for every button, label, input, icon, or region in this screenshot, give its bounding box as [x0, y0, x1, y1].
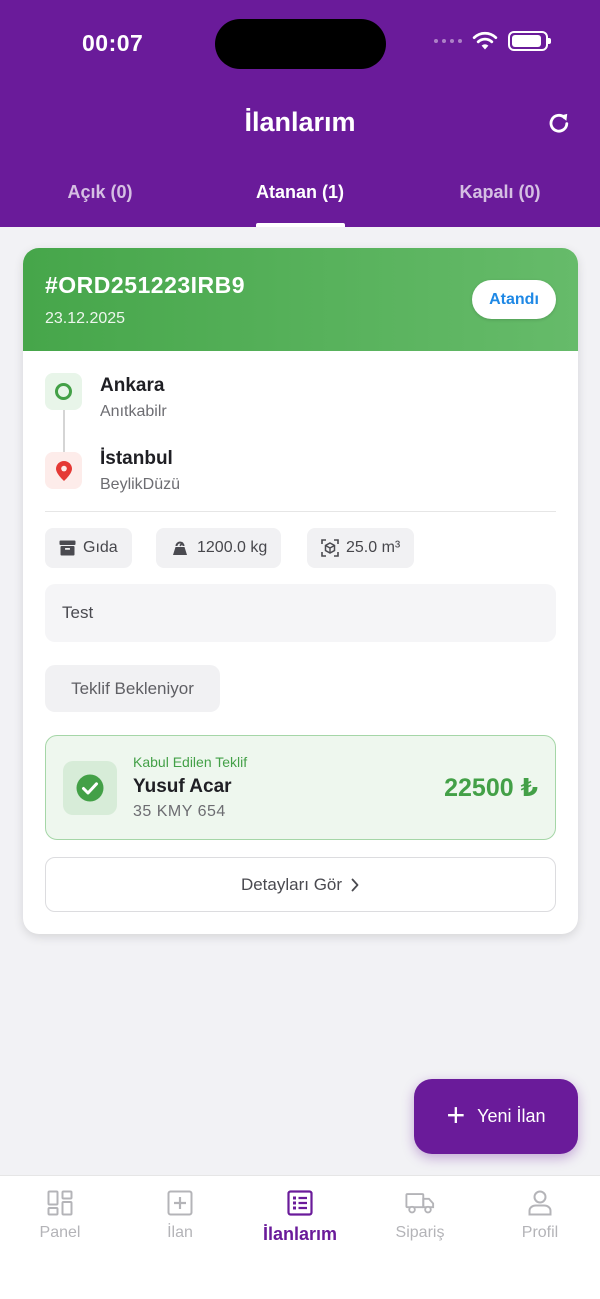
- status-badge: Atandı: [472, 280, 556, 319]
- accepted-offer-label: Kabul Edilen Teklif: [133, 754, 248, 770]
- nav-label-ilanlarim: İlanlarım: [262, 1224, 338, 1244]
- offer-price: 22500 ₺: [444, 774, 538, 802]
- divider: [45, 511, 556, 512]
- new-listing-label: Yeni İlan: [477, 1106, 546, 1126]
- origin-marker-icon: [45, 373, 82, 410]
- weight-chip: 1200.0 kg: [156, 528, 282, 568]
- category-chip: Gıda: [45, 528, 132, 568]
- vehicle-plate: 35 KMY 654: [133, 803, 226, 820]
- order-note: Test: [45, 584, 556, 642]
- tab-bar: Açık (0) Atanan (1) Kapalı (0): [0, 170, 600, 227]
- volume-chip: 25.0 m³: [307, 528, 415, 568]
- destination-city: İstanbul: [100, 448, 173, 469]
- volume-value: 25.0 m³: [346, 539, 401, 556]
- scale-icon: [173, 541, 187, 555]
- chevron-right-icon: [351, 878, 359, 891]
- app-header: 00:07 İlanlarım Açık (0) Atanan (1) Kapa…: [0, 0, 600, 227]
- refresh-icon[interactable]: [546, 110, 572, 136]
- order-date: 23.12.2025: [45, 310, 126, 327]
- nav-item-panel[interactable]: Panel: [0, 1188, 120, 1242]
- category-value: Gıda: [83, 539, 118, 556]
- nav-label-panel: Panel: [39, 1224, 81, 1241]
- new-listing-button[interactable]: + Yeni İlan: [414, 1079, 578, 1154]
- origin-district: Anıtkabilr: [100, 403, 167, 420]
- add-box-icon: [165, 1188, 195, 1218]
- plus-icon: +: [446, 1097, 466, 1133]
- order-id: #ORD251223IRB9: [45, 272, 246, 298]
- truck-icon: [405, 1188, 435, 1218]
- dashboard-icon: [45, 1188, 75, 1218]
- driver-name: Yusuf Acar: [133, 776, 232, 797]
- offer-status-badge: Teklif Bekleniyor: [45, 665, 220, 712]
- view-details-button[interactable]: Detayları Gör: [45, 857, 556, 912]
- destination-district: BeylikDüzü: [100, 476, 181, 493]
- check-circle-icon: [63, 761, 117, 815]
- status-time: 00:07: [82, 30, 144, 56]
- order-card-header: #ORD251223IRB9 23.12.2025 Atandı: [23, 248, 578, 351]
- nav-label-siparis: Sipariş: [395, 1224, 445, 1241]
- nav-item-ilanlarim[interactable]: İlanlarım: [240, 1188, 360, 1245]
- tab-closed[interactable]: Kapalı (0): [400, 182, 600, 203]
- nav-item-profil[interactable]: Profil: [480, 1188, 600, 1242]
- archive-icon: [59, 540, 76, 556]
- status-icons: [434, 31, 551, 51]
- volume-icon: [321, 539, 339, 557]
- tab-open[interactable]: Açık (0): [0, 182, 200, 203]
- accepted-offer-panel: Kabul Edilen Teklif Yusuf Acar 35 KMY 65…: [45, 735, 556, 840]
- weight-value: 1200.0 kg: [197, 539, 268, 556]
- nav-item-siparis[interactable]: Sipariş: [360, 1188, 480, 1242]
- person-icon: [525, 1188, 555, 1218]
- active-tab-indicator: [256, 223, 345, 227]
- cellular-signal-icon: [434, 39, 462, 43]
- route-connector: [63, 410, 65, 452]
- nav-label-ilan: İlan: [167, 1224, 193, 1241]
- page-title: İlanlarım: [244, 107, 356, 137]
- tab-assigned[interactable]: Atanan (1): [200, 182, 400, 203]
- origin-city: Ankara: [100, 375, 165, 396]
- order-card[interactable]: #ORD251223IRB9 23.12.2025 Atandı Ankara …: [23, 248, 578, 934]
- view-details-label: Detayları Gör: [240, 874, 343, 894]
- camera-notch: [215, 19, 386, 69]
- destination-pin-icon: [45, 452, 82, 489]
- nav-label-profil: Profil: [521, 1224, 559, 1241]
- bottom-navigation: Panel İlan İlanlarım Sipariş Profil: [0, 1175, 600, 1299]
- battery-icon: [508, 31, 551, 51]
- wifi-icon: [472, 31, 498, 50]
- list-icon: [285, 1188, 315, 1218]
- nav-item-ilan[interactable]: İlan: [120, 1188, 240, 1242]
